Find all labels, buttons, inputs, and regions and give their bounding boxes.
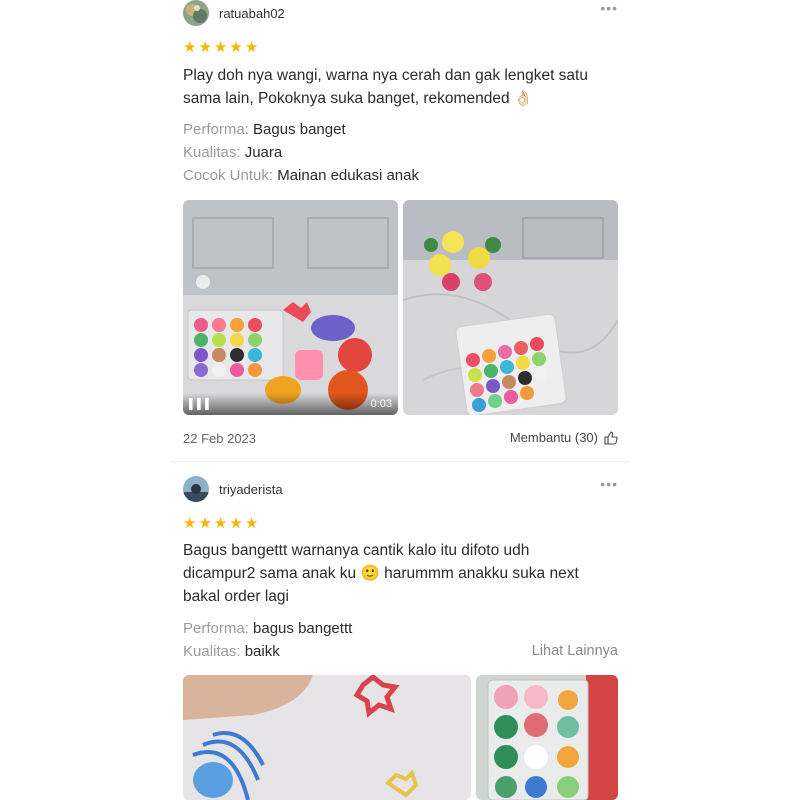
attribute-value: bagus bangettt [253,620,353,637]
avatar-image [183,0,209,26]
star-icon: ★ [213,39,228,56]
attribute-value: baikk [244,643,280,660]
review-text: Play doh nya wangi, warna nya cerah dan … [183,64,623,110]
thumbs-up-icon [604,430,618,445]
video-icon: ▌▌▌ [189,399,214,410]
star-icon: ★ [183,39,197,56]
review-photo-image [476,675,618,800]
star-rating: ★ ★ ★ ★ ★ [183,516,258,531]
review-photo-thumbnail[interactable] [476,675,618,800]
username[interactable]: triyaderista [219,482,283,497]
review-text: Bagus bangettt warnanya cantik kalo itu … [183,539,623,608]
star-icon: ★ [198,39,212,56]
attribute-performa: Performa: Bagus banget [183,121,346,138]
helpful-label: Membantu (30) [509,430,598,445]
attribute-kualitas: Kualitas: Juara [183,144,282,161]
review-text-line: dicampur2 sama anak ku 🙂 harummm anakku … [183,565,579,582]
review-card: triyaderista ••• ★ ★ ★ ★ ★ Bagus bangett… [0,476,800,800]
more-options-icon[interactable]: ••• [600,0,618,16]
helpful-button[interactable]: Membantu (30) [510,430,618,445]
review-text-line: Play doh nya wangi, warna nya cerah dan … [183,67,588,84]
review-divider [170,461,630,462]
attribute-kualitas: Kualitas: baikk [183,643,280,660]
attribute-key: Cocok Untuk: [183,167,274,184]
video-duration: 0:03 [370,398,392,410]
star-icon: ★ [229,39,243,56]
attribute-cocok-untuk: Cocok Untuk: Mainan edukasi anak [183,167,419,184]
star-icon: ★ [244,39,259,56]
avatar[interactable] [183,0,209,26]
review-video-thumbnail[interactable]: ▌▌▌ 0:03 [183,200,398,415]
more-options-icon[interactable]: ••• [600,476,618,492]
star-icon: ★ [244,515,259,532]
attribute-key: Kualitas: [183,643,241,660]
review-photo-thumbnail[interactable] [403,200,618,415]
review-photo-image [183,675,471,800]
star-rating: ★ ★ ★ ★ ★ [183,40,258,55]
review-text-line: Bagus bangettt warnanya cantik kalo itu … [183,542,530,559]
attribute-key: Performa: [183,121,249,138]
attribute-key: Performa: [183,620,249,637]
attribute-key: Kualitas: [183,144,241,161]
star-icon: ★ [213,515,228,532]
review-photo-image [403,200,618,415]
attribute-value: Juara [244,144,283,161]
review-text-line: bakal order lagi [183,588,289,605]
attribute-performa: Performa: bagus bangettt [183,620,352,637]
username[interactable]: ratuabah02 [219,6,285,21]
attribute-value: Mainan edukasi anak [277,167,419,184]
review-text-line: sama lain, Pokoknya suka banget, rekomen… [183,90,534,107]
see-more-link[interactable]: Lihat Lainnya [532,643,618,659]
video-overlay [183,393,398,415]
review-photo-thumbnail[interactable] [183,675,471,800]
attribute-value: Bagus banget [253,121,346,138]
review-card: ratuabah02 ••• ★ ★ ★ ★ ★ Play doh nya wa… [0,0,800,460]
review-date: 22 Feb 2023 [183,431,257,446]
star-icon: ★ [183,515,197,532]
avatar-image [183,476,209,502]
avatar[interactable] [183,476,209,502]
star-icon: ★ [198,515,212,532]
video-preview-image [183,200,398,415]
star-icon: ★ [229,515,243,532]
